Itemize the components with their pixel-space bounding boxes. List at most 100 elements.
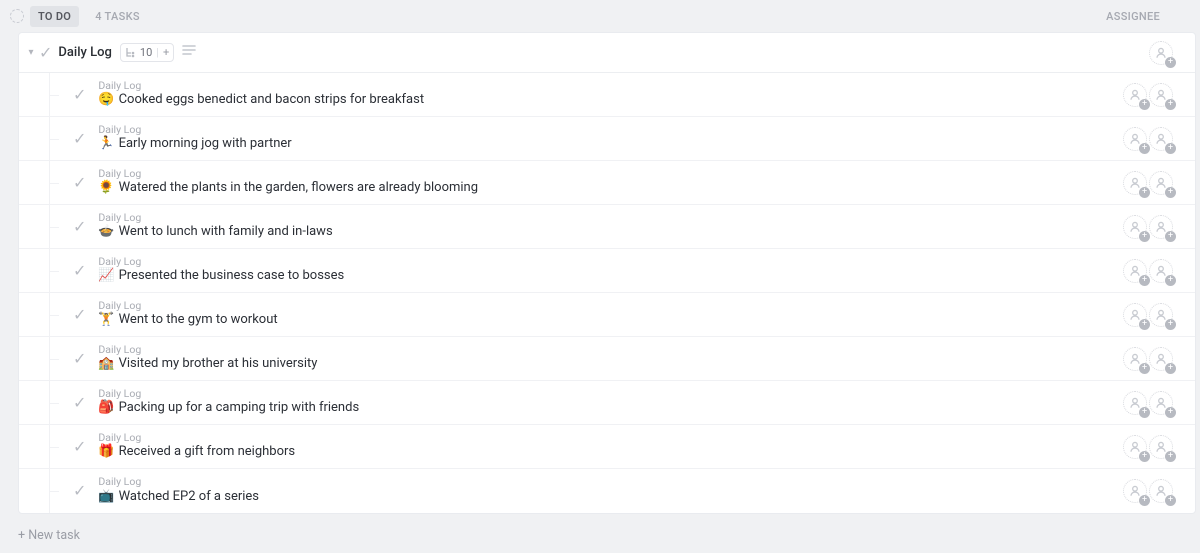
task-breadcrumb: Daily Log <box>98 125 291 136</box>
task-title-text: Received a gift from neighbors <box>119 444 296 460</box>
task-breadcrumb: Daily Log <box>98 257 344 268</box>
checkmark-icon[interactable]: ✓ <box>73 87 86 103</box>
task-title-text: Cooked eggs benedict and bacon strips fo… <box>119 92 425 108</box>
assignee-placeholder[interactable]: + <box>1149 435 1173 459</box>
task-emoji: 🤤 <box>98 92 114 108</box>
task-title: 🤤 Cooked eggs benedict and bacon strips … <box>98 92 424 108</box>
parent-task-title: Daily Log <box>58 45 112 60</box>
assignee-placeholder[interactable]: + <box>1123 215 1147 239</box>
status-header: TO DO 4 TASKS ASSIGNEE <box>0 0 1200 32</box>
task-emoji: 🏋️ <box>98 312 114 328</box>
hierarchy-line <box>49 249 50 292</box>
hierarchy-line <box>49 73 50 116</box>
task-emoji: 🎒 <box>98 400 114 416</box>
checkmark-icon[interactable]: ✓ <box>73 219 86 235</box>
subtask-count-badge[interactable]: 10 | + <box>120 43 174 62</box>
task-emoji: 📈 <box>98 268 114 284</box>
task-row[interactable]: ✓ Daily Log 🏃 Early morning jog with par… <box>19 117 1195 161</box>
assignee-placeholder[interactable]: + <box>1123 259 1147 283</box>
task-emoji: 🏃 <box>98 136 114 152</box>
hierarchy-line <box>49 117 50 160</box>
task-emoji: 🏫 <box>98 356 114 372</box>
task-title: 🏋️ Went to the gym to workout <box>98 312 277 328</box>
new-task-button[interactable]: + New task <box>0 518 1200 553</box>
assignee-placeholder[interactable]: + <box>1123 347 1147 371</box>
checkmark-icon[interactable]: ✓ <box>73 175 86 191</box>
subtree-icon <box>125 47 136 58</box>
hierarchy-line <box>49 293 50 336</box>
task-title-text: Went to lunch with family and in-laws <box>119 224 333 240</box>
checkmark-icon[interactable]: ✓ <box>73 307 86 323</box>
task-breadcrumb: Daily Log <box>98 169 478 180</box>
task-row[interactable]: ✓ Daily Log 🎁 Received a gift from neigh… <box>19 425 1195 469</box>
task-title: 🏫 Visited my brother at his university <box>98 356 317 372</box>
task-list-panel: ▾ ✓ Daily Log 10 | + + ✓ Daily Log <box>18 32 1196 514</box>
task-title-text: Went to the gym to workout <box>119 312 278 328</box>
assignee-placeholder[interactable]: + <box>1123 83 1147 107</box>
task-breadcrumb: Daily Log <box>98 389 359 400</box>
task-row[interactable]: ✓ Daily Log 📈 Presented the business cas… <box>19 249 1195 293</box>
task-title-text: Watched EP2 of a series <box>119 489 259 505</box>
description-icon[interactable] <box>182 45 196 61</box>
assignee-placeholder[interactable]: + <box>1123 391 1147 415</box>
status-chip[interactable]: TO DO <box>30 6 79 27</box>
hierarchy-line <box>49 381 50 424</box>
task-title: 🌻 Watered the plants in the garden, flow… <box>98 180 478 196</box>
task-emoji: 🎁 <box>98 444 114 460</box>
status-circle-icon <box>10 9 24 23</box>
assignee-placeholder[interactable]: + <box>1149 127 1173 151</box>
assignee-placeholder[interactable]: + <box>1149 171 1173 195</box>
assignee-placeholder[interactable]: + <box>1149 259 1173 283</box>
task-row[interactable]: ✓ Daily Log 🌻 Watered the plants in the … <box>19 161 1195 205</box>
assignee-placeholder[interactable]: + <box>1149 391 1173 415</box>
assignee-placeholder[interactable]: + <box>1149 83 1173 107</box>
task-breadcrumb: Daily Log <box>98 81 424 92</box>
checkmark-icon[interactable]: ✓ <box>73 395 86 411</box>
checkmark-icon[interactable]: ✓ <box>73 351 86 367</box>
checkmark-icon[interactable]: ✓ <box>73 263 86 279</box>
task-breadcrumb: Daily Log <box>98 345 317 356</box>
task-breadcrumb: Daily Log <box>98 433 295 444</box>
assignee-placeholder[interactable]: + <box>1149 41 1173 65</box>
parent-task-row[interactable]: ▾ ✓ Daily Log 10 | + + <box>19 33 1195 73</box>
task-emoji: 📺 <box>98 489 114 505</box>
assignee-placeholder[interactable]: + <box>1149 347 1173 371</box>
task-title-text: Presented the business case to bosses <box>119 268 345 284</box>
subtask-count: 10 <box>140 46 152 59</box>
assignee-placeholder[interactable]: + <box>1149 215 1173 239</box>
task-row[interactable]: ✓ Daily Log 🎒 Packing up for a camping t… <box>19 381 1195 425</box>
task-count-label: 4 TASKS <box>95 10 140 23</box>
task-breadcrumb: Daily Log <box>98 301 277 312</box>
hierarchy-line <box>49 425 50 468</box>
task-row[interactable]: ✓ Daily Log 🏋️ Went to the gym to workou… <box>19 293 1195 337</box>
assignee-placeholder[interactable]: + <box>1123 479 1147 503</box>
checkmark-icon[interactable]: ✓ <box>73 131 86 147</box>
checkmark-icon[interactable]: ✓ <box>73 439 86 455</box>
task-title-text: Watered the plants in the garden, flower… <box>119 180 478 196</box>
assignee-placeholder[interactable]: + <box>1149 479 1173 503</box>
assignee-placeholder[interactable]: + <box>1123 303 1147 327</box>
task-breadcrumb: Daily Log <box>98 213 332 224</box>
assignee-placeholder[interactable]: + <box>1149 303 1173 327</box>
assignee-column-header: ASSIGNEE <box>1106 10 1160 23</box>
add-subtask-icon[interactable]: + <box>163 46 169 59</box>
task-title: 🍲 Went to lunch with family and in-laws <box>98 224 332 240</box>
checkmark-icon[interactable]: ✓ <box>73 483 86 499</box>
assignee-placeholder[interactable]: + <box>1123 435 1147 459</box>
hierarchy-line <box>49 337 50 380</box>
task-title-text: Early morning jog with partner <box>119 136 292 152</box>
task-row[interactable]: ✓ Daily Log 🍲 Went to lunch with family … <box>19 205 1195 249</box>
assignee-placeholder[interactable]: + <box>1123 171 1147 195</box>
checkmark-icon[interactable]: ✓ <box>39 45 52 61</box>
task-title: 🏃 Early morning jog with partner <box>98 136 291 152</box>
task-title: 🎒 Packing up for a camping trip with fri… <box>98 400 359 416</box>
task-title: 📺 Watched EP2 of a series <box>98 489 259 505</box>
assignee-placeholder[interactable]: + <box>1123 127 1147 151</box>
task-row[interactable]: ✓ Daily Log 🏫 Visited my brother at his … <box>19 337 1195 381</box>
collapse-caret-icon[interactable]: ▾ <box>25 47 37 58</box>
task-breadcrumb: Daily Log <box>98 477 259 488</box>
task-row[interactable]: ✓ Daily Log 🤤 Cooked eggs benedict and b… <box>19 73 1195 117</box>
task-title-text: Visited my brother at his university <box>119 356 318 372</box>
hierarchy-line <box>49 161 50 204</box>
task-row[interactable]: ✓ Daily Log 📺 Watched EP2 of a series + … <box>19 469 1195 513</box>
